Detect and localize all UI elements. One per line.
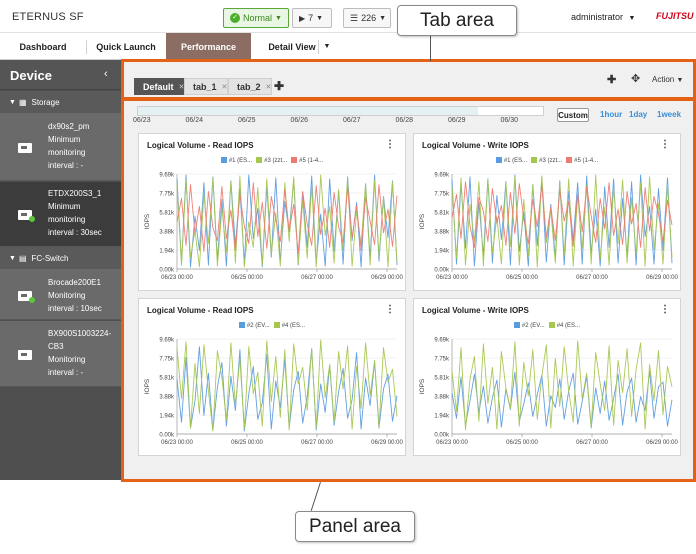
storage-device-icon — [18, 143, 32, 153]
event-log-icon: ☰ — [350, 12, 359, 23]
device-detail: Monitoring — [48, 291, 86, 300]
chevron-down-icon[interactable]: ▼ — [320, 33, 334, 60]
device-detail: monitoring — [48, 215, 86, 224]
chevron-down-icon: ▼ — [9, 254, 16, 262]
collapse-icon[interactable]: ‹ — [104, 68, 108, 80]
device-detail: monitoring — [48, 148, 86, 157]
panel-area-callout: Panel area — [295, 511, 415, 542]
top-header: ETERNUS SF ✓ Normal ▼ ▶ 7 ▼ ☰ 226 ▼ admi… — [0, 0, 696, 33]
device-detail: interval : 10sec — [48, 304, 102, 313]
check-icon: ✓ — [230, 13, 240, 23]
device-detail: Minimum — [48, 202, 81, 211]
sidebar-title: Device — [10, 68, 52, 83]
events-count: 226 — [361, 13, 377, 23]
chevron-down-icon: ▼ — [275, 14, 282, 22]
nav-detail-view[interactable]: Detail View — [262, 33, 322, 60]
device-name: BX900S1003224- — [48, 329, 112, 338]
fujitsu-logo: FUJITSU — [656, 11, 694, 21]
nav-quick-launch[interactable]: Quick Launch — [86, 33, 166, 60]
server-device-icon — [18, 350, 32, 360]
sidebar-header: Device ‹ — [0, 60, 123, 90]
main-nav: Dashboard Quick Launch Performance Detai… — [0, 33, 696, 60]
device-item[interactable]: Brocade200E1 Monitoring interval : 10sec — [0, 269, 123, 320]
system-status-button[interactable]: ✓ Normal ▼ — [223, 8, 289, 28]
device-detail: Monitoring — [48, 355, 86, 364]
device-detail: interval : - — [48, 161, 84, 170]
user-name: administrator — [571, 12, 624, 22]
device-item[interactable]: BX900S1003224- CB3 Monitoring interval :… — [0, 321, 123, 387]
nav-divider — [318, 40, 319, 54]
device-sidebar: Device ‹ ▼ ▦ Storage dx90s2_pm Minimum m… — [0, 60, 123, 480]
switch-device-icon — [18, 291, 35, 303]
device-detail: interval : 30sec — [48, 228, 102, 237]
chevron-down-icon: ▼ — [9, 98, 16, 106]
storage-device-icon — [18, 210, 35, 222]
panel-area-connector — [310, 482, 321, 511]
device-detail: interval : - — [48, 368, 84, 377]
brand-title: ETERNUS SF — [12, 11, 84, 23]
panel-area-frame — [121, 97, 696, 482]
tab-area-callout: Tab area — [397, 5, 517, 36]
device-name: ETDX200S3_1 — [48, 189, 102, 198]
device-item[interactable]: dx90s2_pm Minimum monitoring interval : … — [0, 113, 123, 181]
group-fc-switch[interactable]: ▼ ▤ FC-Switch — [0, 247, 123, 269]
play-icon: ▶ — [299, 13, 306, 23]
nav-performance[interactable]: Performance — [166, 33, 251, 60]
status-label: Normal — [243, 13, 273, 23]
jobs-button[interactable]: ▶ 7 ▼ — [292, 8, 332, 28]
group-label: Storage — [31, 97, 60, 107]
tab-area-frame — [121, 59, 696, 101]
device-name: Brocade200E1 — [48, 278, 101, 287]
device-item-selected[interactable]: ETDX200S3_1 Minimum monitoring interval … — [0, 182, 123, 247]
switch-icon: ▤ — [18, 253, 27, 263]
events-button[interactable]: ☰ 226 ▼ — [343, 8, 391, 28]
user-menu[interactable]: administrator ▼ — [571, 12, 635, 22]
device-detail: Minimum — [48, 135, 81, 144]
chevron-down-icon: ▼ — [316, 14, 324, 22]
device-name: dx90s2_pm — [48, 122, 90, 131]
tab-area-connector — [430, 36, 431, 61]
chevron-down-icon: ▼ — [379, 14, 387, 22]
jobs-count: 7 — [308, 13, 314, 23]
nav-dashboard[interactable]: Dashboard — [0, 33, 86, 60]
group-storage[interactable]: ▼ ▦ Storage — [0, 91, 123, 113]
device-name: CB3 — [48, 342, 64, 351]
group-label: FC-Switch — [31, 253, 69, 263]
storage-icon: ▦ — [18, 97, 27, 107]
eternus-sf-window: ETERNUS SF ✓ Normal ▼ ▶ 7 ▼ ☰ 226 ▼ admi… — [0, 0, 696, 554]
chevron-down-icon: ▼ — [628, 15, 636, 22]
